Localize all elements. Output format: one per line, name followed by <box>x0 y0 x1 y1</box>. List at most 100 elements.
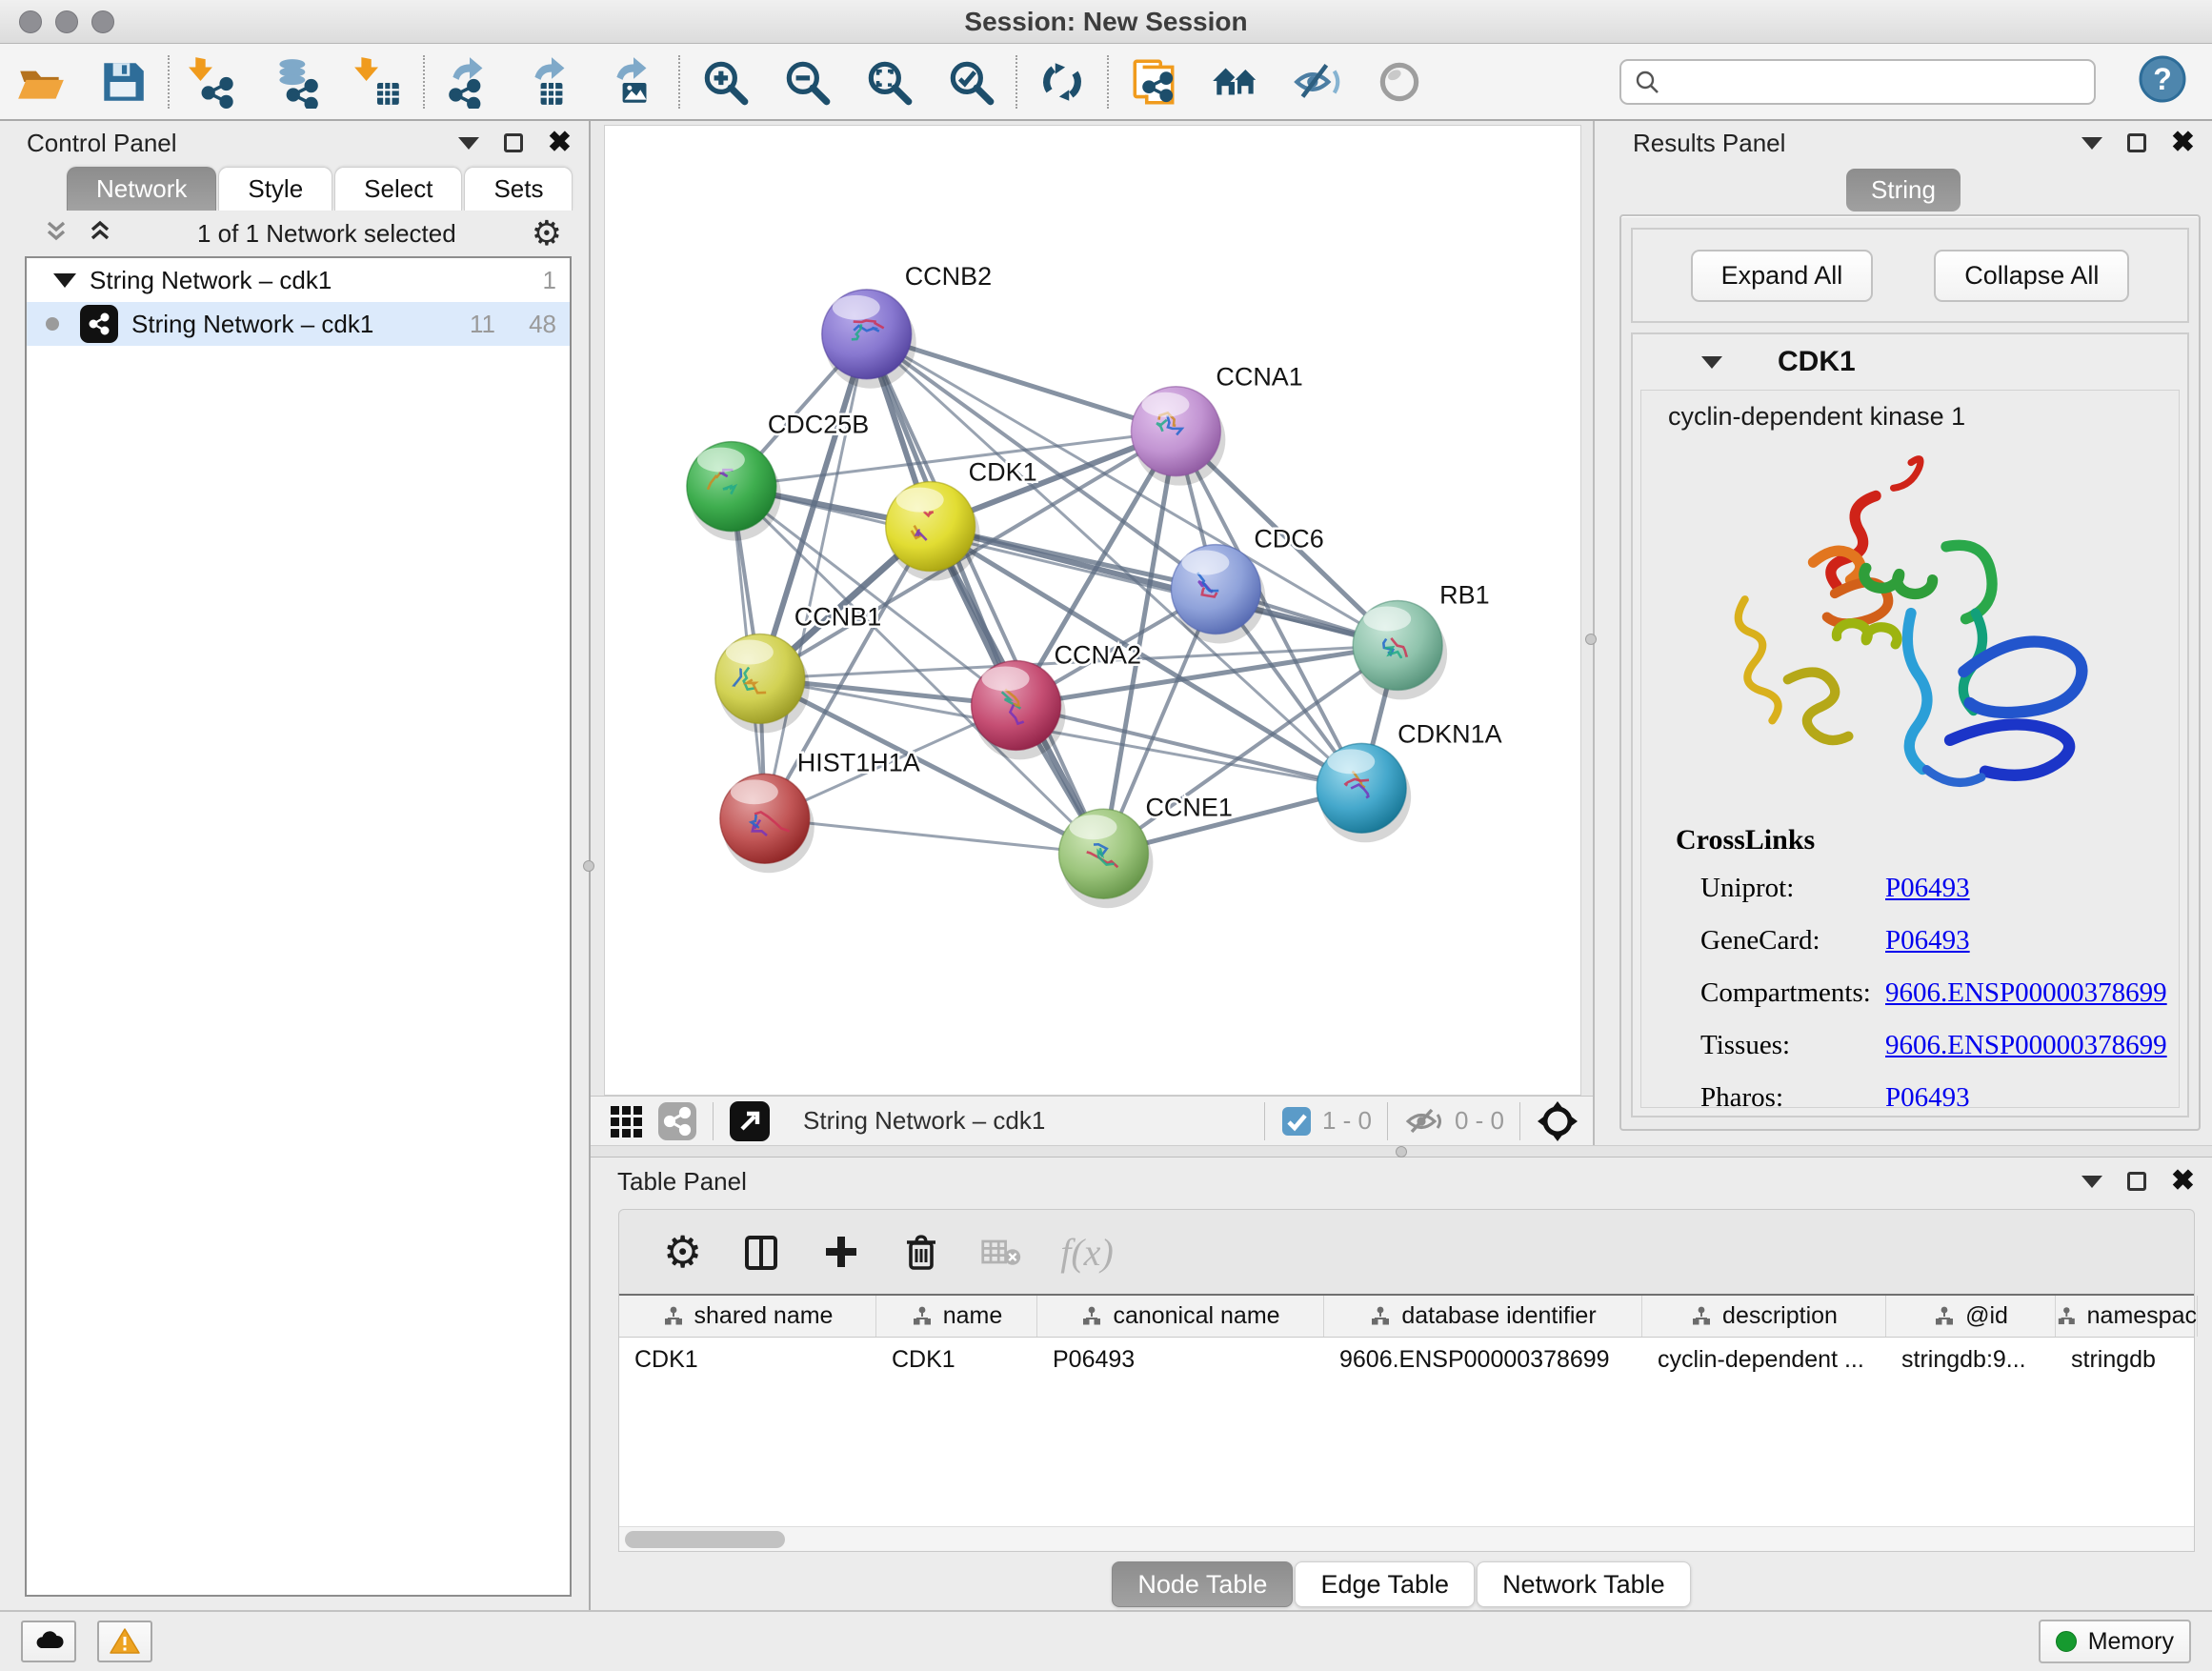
selected-checkbox-icon[interactable] <box>1280 1105 1313 1137</box>
table-header-row: shared namenamecanonical namedatabase id… <box>619 1296 2194 1338</box>
crosslinks-block: CrossLinks Uniprot:P06493GeneCard:P06493… <box>1641 824 2179 1108</box>
scrollbar-thumb[interactable] <box>625 1531 785 1548</box>
network-node-cdkn1a[interactable] <box>1317 743 1411 842</box>
splitter-handle[interactable] <box>1396 1146 1407 1158</box>
hidden-eye-slash-icon[interactable] <box>1403 1104 1445 1138</box>
export-network-button[interactable] <box>429 51 511 112</box>
zoom-selected-button[interactable] <box>930 51 1012 112</box>
fit-selected-crosshair-button[interactable] <box>1536 1099 1579 1143</box>
help-button[interactable]: ? <box>2138 54 2187 109</box>
control-panel: Control Panel ✖ NetworkStyleSelectSets 1… <box>0 121 591 1610</box>
tab-style[interactable]: Style <box>218 167 332 211</box>
crosslink-label: Pharos: <box>1641 1082 1885 1108</box>
expand-all-button[interactable]: Expand All <box>1691 250 1874 302</box>
table-panel-menu-button[interactable] <box>2081 1176 2102 1188</box>
network-row[interactable]: String Network – cdk1 11 48 <box>27 302 570 346</box>
tab-node-table[interactable]: Node Table <box>1112 1561 1293 1607</box>
attribute-icon <box>1933 1306 1956 1327</box>
show-columns-button[interactable] <box>740 1231 782 1273</box>
table-hscrollbar[interactable] <box>619 1526 2194 1551</box>
eye-button[interactable] <box>1358 51 1440 112</box>
cloud-status-button[interactable] <box>21 1621 76 1662</box>
share-network-button[interactable] <box>657 1101 697 1141</box>
tab-select[interactable]: Select <box>334 167 462 211</box>
save-session-button[interactable] <box>82 51 164 112</box>
table-cell: 9606.ENSP00000378699 <box>1324 1338 1642 1381</box>
export-image-button[interactable] <box>593 51 674 112</box>
crosslink-link[interactable]: P06493 <box>1885 873 1970 904</box>
hide-panel-button[interactable] <box>1277 51 1358 112</box>
horizontal-splitter[interactable] <box>591 1145 2212 1158</box>
protein-structure-image <box>1641 445 2179 816</box>
gear-icon: ⚙ <box>663 1230 702 1274</box>
collapse-all-button[interactable]: Collapse All <box>1934 250 2129 302</box>
string-home-button[interactable] <box>1195 51 1277 112</box>
network-node-ccnb2[interactable] <box>822 290 916 389</box>
collapse-all-button[interactable] <box>42 217 70 251</box>
network-graph[interactable]: CCNB2CCNA1CDC25BCDK1CDC6RB1CCNB1CCNA2CDK… <box>605 126 1580 1095</box>
open-in-new-window-button[interactable] <box>729 1100 771 1142</box>
tab-sets[interactable]: Sets <box>464 167 573 211</box>
network-collection-row[interactable]: String Network – cdk1 1 <box>27 258 570 302</box>
vertical-splitter-handle[interactable] <box>583 860 594 872</box>
results-panel-float-button[interactable] <box>2127 133 2146 152</box>
import-table-button[interactable] <box>337 51 419 112</box>
expand-all-button[interactable] <box>86 217 114 251</box>
birdseye-grid-button[interactable] <box>608 1103 644 1139</box>
delete-table-button[interactable] <box>980 1231 1022 1273</box>
zoom-fit-button[interactable] <box>848 51 930 112</box>
table-row[interactable]: CDK1CDK1P064939606.ENSP00000378699cyclin… <box>619 1338 2194 1381</box>
search-box[interactable] <box>1619 59 2096 105</box>
control-panel-menu-button[interactable] <box>458 137 479 150</box>
control-panel-close-button[interactable]: ✖ <box>548 129 572 157</box>
import-database-button[interactable] <box>255 51 337 112</box>
results-panel-close-button[interactable]: ✖ <box>2171 129 2195 157</box>
refresh-button[interactable] <box>1021 51 1103 112</box>
column-header-database-identifier[interactable]: database identifier <box>1324 1296 1642 1337</box>
open-session-button[interactable] <box>0 51 82 112</box>
control-panel-float-button[interactable] <box>504 133 523 152</box>
network-options-button[interactable]: ⚙ <box>532 216 562 251</box>
tab-string[interactable]: String <box>1846 169 1961 211</box>
tab-network-table[interactable]: Network Table <box>1477 1561 1691 1607</box>
zoom-out-button[interactable] <box>766 51 848 112</box>
network-node-hist1h1a[interactable] <box>720 774 814 873</box>
column-header-description[interactable]: description <box>1642 1296 1886 1337</box>
column-header-canonical-name[interactable]: canonical name <box>1037 1296 1324 1337</box>
table-panel-close-button[interactable]: ✖ <box>2171 1167 2195 1196</box>
import-network-button[interactable] <box>173 51 255 112</box>
network-node-ccne1[interactable] <box>1059 809 1154 908</box>
network-node-cdk1[interactable] <box>886 482 980 581</box>
network-canvas[interactable]: CCNB2CCNA1CDC25BCDK1CDC6RB1CCNB1CCNA2CDK… <box>604 125 1581 1096</box>
crosslink-link[interactable]: P06493 <box>1885 925 1970 956</box>
add-column-button[interactable] <box>820 1231 862 1273</box>
warning-status-button[interactable] <box>97 1621 152 1662</box>
network-node-ccna2[interactable] <box>972 660 1066 759</box>
network-node-rb1[interactable] <box>1353 601 1447 700</box>
crosslink-link[interactable]: P06493 <box>1885 1082 1970 1108</box>
memory-button[interactable]: Memory <box>2039 1620 2191 1663</box>
view-results-splitter-handle[interactable] <box>1585 634 1597 645</box>
delete-column-button[interactable] <box>900 1231 942 1273</box>
crosslink-link[interactable]: 9606.ENSP00000378699 <box>1885 977 2167 1009</box>
tab-edge-table[interactable]: Edge Table <box>1295 1561 1475 1607</box>
gene-section-header[interactable]: CDK1 <box>1633 334 2187 390</box>
share-document-button[interactable] <box>1113 51 1195 112</box>
function-builder-button[interactable]: f(x) <box>1060 1230 1114 1275</box>
network-view-panel: CCNB2CCNA1CDC25BCDK1CDC6RB1CCNB1CCNA2CDK… <box>591 121 1593 1145</box>
network-node-cdc25b[interactable] <box>687 442 781 541</box>
column-header-name[interactable]: name <box>876 1296 1037 1337</box>
search-input[interactable] <box>1669 68 2094 95</box>
results-panel-menu-button[interactable] <box>2081 137 2102 150</box>
table-settings-button[interactable]: ⚙ <box>663 1230 702 1274</box>
crosslink-link[interactable]: 9606.ENSP00000378699 <box>1885 1030 2167 1061</box>
table-panel-float-button[interactable] <box>2127 1172 2146 1191</box>
tree-expand-icon[interactable] <box>53 273 76 288</box>
network-node-ccna1[interactable] <box>1131 387 1225 486</box>
column-header--id[interactable]: @id <box>1886 1296 2056 1337</box>
column-header-shared-name[interactable]: shared name <box>619 1296 876 1337</box>
column-header-namespac[interactable]: namespac <box>2056 1296 2198 1337</box>
zoom-in-button[interactable] <box>684 51 766 112</box>
tab-network[interactable]: Network <box>67 167 216 211</box>
export-table-button[interactable] <box>511 51 593 112</box>
